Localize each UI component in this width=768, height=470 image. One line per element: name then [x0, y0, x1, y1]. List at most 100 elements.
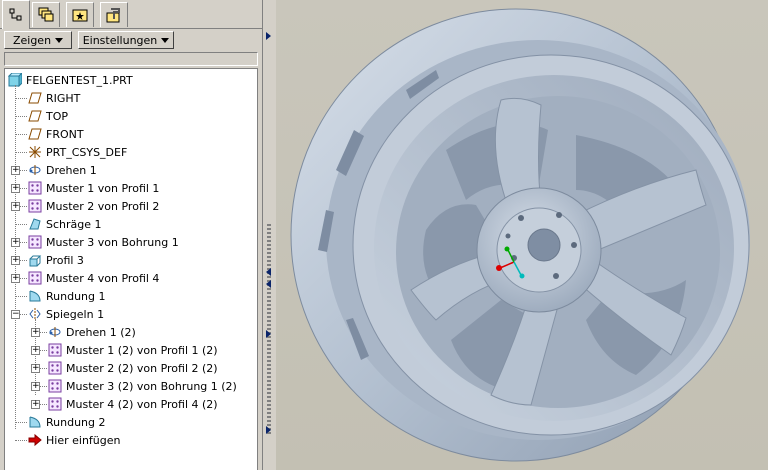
tree-item-label: Muster 1 (2) von Profil 1 (2)	[66, 343, 218, 357]
expand-icon[interactable]: +	[31, 328, 40, 337]
tab-layers[interactable]	[32, 2, 60, 27]
navigator-tabs	[0, 0, 262, 29]
expand-icon[interactable]: +	[31, 346, 40, 355]
tree-item[interactable]: RIGHT	[27, 89, 80, 107]
expand-icon[interactable]: +	[11, 166, 20, 175]
tree-item[interactable]: Muster 4 (2) von Profil 4 (2)	[47, 395, 218, 413]
expand-icon[interactable]: +	[11, 256, 20, 265]
tree-item[interactable]: Profil 3	[27, 251, 84, 269]
tree-item[interactable]: Rundung 1	[27, 287, 106, 305]
chevron-left-icon[interactable]	[266, 268, 271, 276]
tab-tools[interactable]	[100, 2, 128, 27]
tree-item-label: Muster 3 von Bohrung 1	[46, 235, 179, 249]
tree-item[interactable]: PRT_CSYS_DEF	[27, 143, 127, 161]
show-menu-label: Zeigen	[12, 33, 52, 47]
graphics-viewport[interactable]	[276, 0, 768, 470]
tree-item[interactable]: Hier einfügen	[27, 431, 120, 449]
expand-icon[interactable]: +	[11, 238, 20, 247]
tree-connector	[15, 296, 27, 297]
pattern-icon	[47, 361, 63, 375]
expand-icon[interactable]: +	[31, 382, 40, 391]
show-menu-button[interactable]: Zeigen	[4, 31, 72, 49]
tree-item-label: PRT_CSYS_DEF	[46, 145, 128, 159]
mirror-icon	[27, 307, 43, 321]
chevron-right-icon[interactable]	[266, 32, 271, 40]
tree-item[interactable]: TOP	[27, 107, 68, 125]
wheel-rim-model	[290, 8, 750, 462]
revolve-icon	[47, 325, 63, 339]
tree-item-label: Profil 3	[46, 253, 84, 267]
tab-favorites[interactable]	[66, 2, 94, 27]
tree-item[interactable]: Drehen 1	[27, 161, 97, 179]
tree-item-label: Drehen 1	[46, 163, 97, 177]
pattern-icon	[27, 199, 43, 213]
tree-item-label: Schräge 1	[46, 217, 102, 231]
tree-item[interactable]: Muster 1 von Profil 1	[27, 179, 159, 197]
round-icon	[27, 289, 43, 303]
tree-item-label: Muster 4 (2) von Profil 4 (2)	[66, 397, 218, 411]
expand-icon[interactable]: +	[11, 202, 20, 211]
csys-icon	[27, 145, 43, 159]
tree-item-label: Muster 4 von Profil 4	[46, 271, 160, 285]
tree-item-label: Hier einfügen	[46, 433, 121, 447]
tree-item-label: Muster 2 (2) von Profil 2 (2)	[66, 361, 218, 375]
draft-icon	[27, 217, 43, 231]
tree-item[interactable]: FRONT	[27, 125, 84, 143]
tree-item-label: Rundung 1	[46, 289, 106, 303]
tree-item[interactable]: Schräge 1	[27, 215, 102, 233]
collapse-icon[interactable]: −	[11, 310, 20, 319]
tree-item-label: RIGHT	[46, 91, 81, 105]
expand-icon[interactable]: +	[11, 184, 20, 193]
model-tree-panel: Zeigen Einstellungen FELGENTEST_1.PRT RI…	[0, 0, 262, 470]
round-icon	[27, 415, 43, 429]
favorites-icon	[72, 9, 88, 22]
tree-item-label: Drehen 1 (2)	[66, 325, 136, 339]
expand-icon[interactable]: +	[11, 274, 20, 283]
tree-item[interactable]: Muster 2 von Profil 2	[27, 197, 159, 215]
extrude-icon	[27, 253, 43, 267]
datum-plane-icon	[27, 91, 43, 105]
tree-item[interactable]: Spiegeln 1	[27, 305, 104, 323]
tree-connector	[15, 134, 27, 135]
tree-item[interactable]: Muster 4 von Profil 4	[27, 269, 159, 287]
tree-toolbar: Zeigen Einstellungen	[0, 29, 262, 51]
settings-menu-label: Einstellungen	[82, 33, 158, 47]
pattern-icon	[27, 181, 43, 195]
tree-item[interactable]: Muster 3 (2) von Bohrung 1 (2)	[47, 377, 237, 395]
tree-item-label: TOP	[46, 109, 69, 123]
tree-item-label: Muster 3 (2) von Bohrung 1 (2)	[66, 379, 237, 393]
tree-item[interactable]: Rundung 2	[27, 413, 106, 431]
tree-item[interactable]: Drehen 1 (2)	[47, 323, 136, 341]
expand-icon[interactable]: +	[31, 364, 40, 373]
model-tree-icon	[9, 8, 22, 21]
tree-filter-field[interactable]	[4, 52, 258, 66]
chevron-left-icon[interactable]	[266, 280, 271, 288]
settings-menu-button[interactable]: Einstellungen	[78, 31, 174, 49]
tree-item[interactable]: Muster 2 (2) von Profil 2 (2)	[47, 359, 218, 377]
insert-here-icon	[27, 433, 43, 447]
model-tree: FELGENTEST_1.PRT RIGHT TOP FRONT PRT_CSYS_D…	[4, 68, 258, 470]
tools-icon	[106, 8, 120, 23]
chevron-down-icon	[55, 37, 64, 43]
pattern-icon	[47, 343, 63, 357]
chevron-right-icon[interactable]	[266, 330, 271, 338]
pattern-icon	[47, 397, 63, 411]
tab-model-tree[interactable]	[2, 0, 30, 29]
layers-icon	[38, 7, 54, 22]
tree-connector	[15, 98, 27, 99]
center-bore	[527, 228, 561, 262]
tree-item[interactable]: Muster 1 (2) von Profil 1 (2)	[47, 341, 218, 359]
tree-root-label: FELGENTEST_1.PRT	[26, 73, 133, 87]
tree-connector	[15, 440, 27, 441]
expand-icon[interactable]: +	[31, 400, 40, 409]
tree-item[interactable]: Muster 3 von Bohrung 1	[27, 233, 179, 251]
revolve-icon	[27, 163, 43, 177]
datum-plane-icon	[27, 109, 43, 123]
tree-item-label: FRONT	[46, 127, 84, 141]
panel-splitter[interactable]	[262, 0, 276, 470]
chevron-right-icon[interactable]	[266, 426, 271, 434]
tree-item-label: Muster 1 von Profil 1	[46, 181, 160, 195]
tree-item-label: Rundung 2	[46, 415, 106, 429]
tree-root[interactable]: FELGENTEST_1.PRT	[7, 71, 133, 89]
chevron-down-icon	[161, 37, 170, 43]
